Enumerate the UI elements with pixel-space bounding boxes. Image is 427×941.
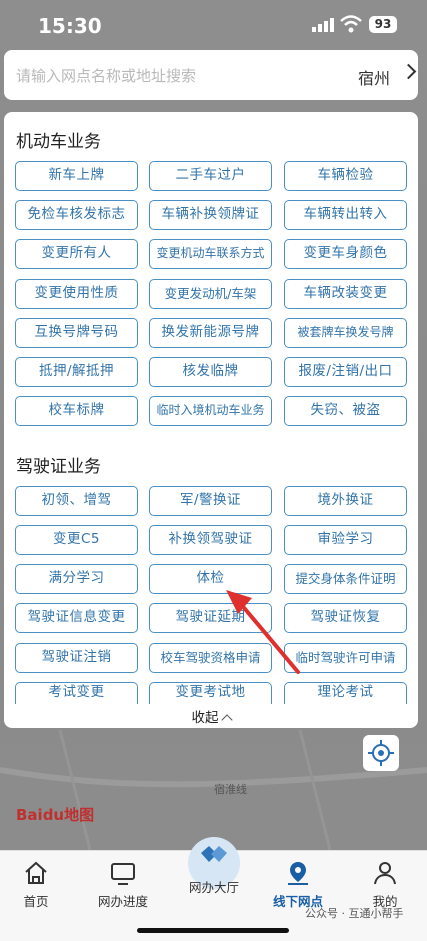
status-time: 15:30 <box>38 14 102 38</box>
home-icon <box>25 861 47 884</box>
service-button[interactable]: 车辆补换领牌证 <box>149 200 272 230</box>
chevron-right-icon[interactable] <box>400 63 417 80</box>
service-button[interactable]: 抵押/解抵押 <box>15 357 138 387</box>
service-button[interactable]: 互换号牌号码 <box>15 318 138 348</box>
bottom-tab-bar: 首页 网办进度 网办大厅 线下网点 我的 公众号 · 互通小帮手 <box>0 837 427 941</box>
service-button[interactable]: 变更车身颜色 <box>284 239 407 269</box>
service-button[interactable]: 临时驾驶许可申请 <box>284 643 407 673</box>
service-button[interactable]: 车辆转出转入 <box>284 200 407 230</box>
service-button[interactable]: 车辆检验 <box>284 161 407 191</box>
tab-home[interactable]: 首页 <box>1 859 71 910</box>
service-button[interactable]: 校车标牌 <box>15 396 138 426</box>
service-button[interactable]: 驾驶证延期 <box>149 603 272 633</box>
service-button[interactable]: 驾驶证信息变更 <box>15 603 138 633</box>
service-button[interactable]: 失窃、被盗 <box>284 396 407 426</box>
search-input[interactable] <box>14 62 318 90</box>
service-button[interactable]: 报废/注销/出口 <box>284 357 407 387</box>
service-button[interactable]: 校车驾驶资格申请 <box>149 643 272 673</box>
service-button[interactable]: 变更考试地 <box>149 682 272 704</box>
service-button-physical-exam[interactable]: 体检 <box>149 564 272 594</box>
service-button[interactable]: 变更所有人 <box>15 239 138 269</box>
service-button[interactable]: 理论考试 <box>284 682 407 704</box>
user-icon <box>374 862 396 885</box>
tab-label: 网办进度 <box>97 894 148 909</box>
service-button[interactable]: 境外换证 <box>284 486 407 516</box>
service-button[interactable]: 驾驶证恢复 <box>284 603 407 633</box>
map-road-label: 宿淮线 <box>214 783 247 796</box>
wifi-icon <box>340 15 362 33</box>
service-button[interactable]: 被套牌车换发号牌 <box>284 318 407 348</box>
collapse-label: 收起 <box>191 710 219 726</box>
map-pin-icon <box>288 862 308 885</box>
service-button[interactable]: 提交身体条件证明 <box>284 564 407 594</box>
tab-progress[interactable]: 网办进度 <box>88 859 158 910</box>
section-title-vehicle: 机动车业务 <box>16 132 101 152</box>
home-indicator[interactable] <box>137 928 289 933</box>
tab-online-hall[interactable]: 网办大厅 <box>179 846 249 896</box>
service-panel: 机动车业务 新车上牌 二手车过户 车辆检验 免检车核发标志 车辆补换领牌证 车辆… <box>4 112 418 728</box>
cellular-signal-icon <box>312 18 334 32</box>
service-button[interactable]: 临时入境机动车业务 <box>149 396 272 426</box>
section-title-license: 驾驶证业务 <box>16 457 101 477</box>
tab-mine[interactable]: 我的 <box>350 859 420 910</box>
status-bar: 15:30 93 <box>0 0 427 48</box>
service-button[interactable]: 变更C5 <box>15 525 138 555</box>
service-button[interactable]: 核发临牌 <box>149 357 272 387</box>
service-button[interactable]: 变更发动机/车架 <box>149 279 272 309</box>
collapse-toggle[interactable]: 收起 <box>4 706 418 726</box>
handshake-icon <box>201 846 227 862</box>
service-button[interactable]: 考试变更 <box>15 682 138 704</box>
locate-button[interactable] <box>363 735 399 771</box>
baidu-map-logo: Baidu地图 <box>16 806 95 824</box>
service-button[interactable]: 新车上牌 <box>15 161 138 191</box>
watermark: 公众号 · 互通小帮手 <box>305 907 404 920</box>
tab-label: 首页 <box>23 894 49 909</box>
tab-label: 网办大厅 <box>188 880 239 895</box>
search-bar: 宿州 <box>4 50 418 100</box>
service-button[interactable]: 满分学习 <box>15 564 138 594</box>
chevron-up-icon <box>220 714 233 726</box>
service-button[interactable]: 换发新能源号牌 <box>149 318 272 348</box>
service-button[interactable]: 车辆改装变更 <box>284 279 407 309</box>
monitor-icon <box>111 863 135 885</box>
battery-indicator: 93 <box>369 16 397 33</box>
service-button[interactable]: 变更使用性质 <box>15 279 138 309</box>
service-button[interactable]: 免检车核发标志 <box>15 200 138 230</box>
city-selector[interactable]: 宿州 <box>358 65 390 89</box>
service-button[interactable]: 驾驶证注销 <box>15 643 138 673</box>
service-button[interactable]: 二手车过户 <box>149 161 272 191</box>
service-button[interactable]: 补换领驾驶证 <box>149 525 272 555</box>
service-button[interactable]: 审验学习 <box>284 525 407 555</box>
service-button[interactable]: 初领、增驾 <box>15 486 138 516</box>
tab-offline-outlets[interactable]: 线下网点 <box>263 859 333 910</box>
service-button[interactable]: 变更机动车联系方式 <box>149 239 272 269</box>
crosshair-icon <box>368 740 394 766</box>
service-button[interactable]: 军/警换证 <box>149 486 272 516</box>
